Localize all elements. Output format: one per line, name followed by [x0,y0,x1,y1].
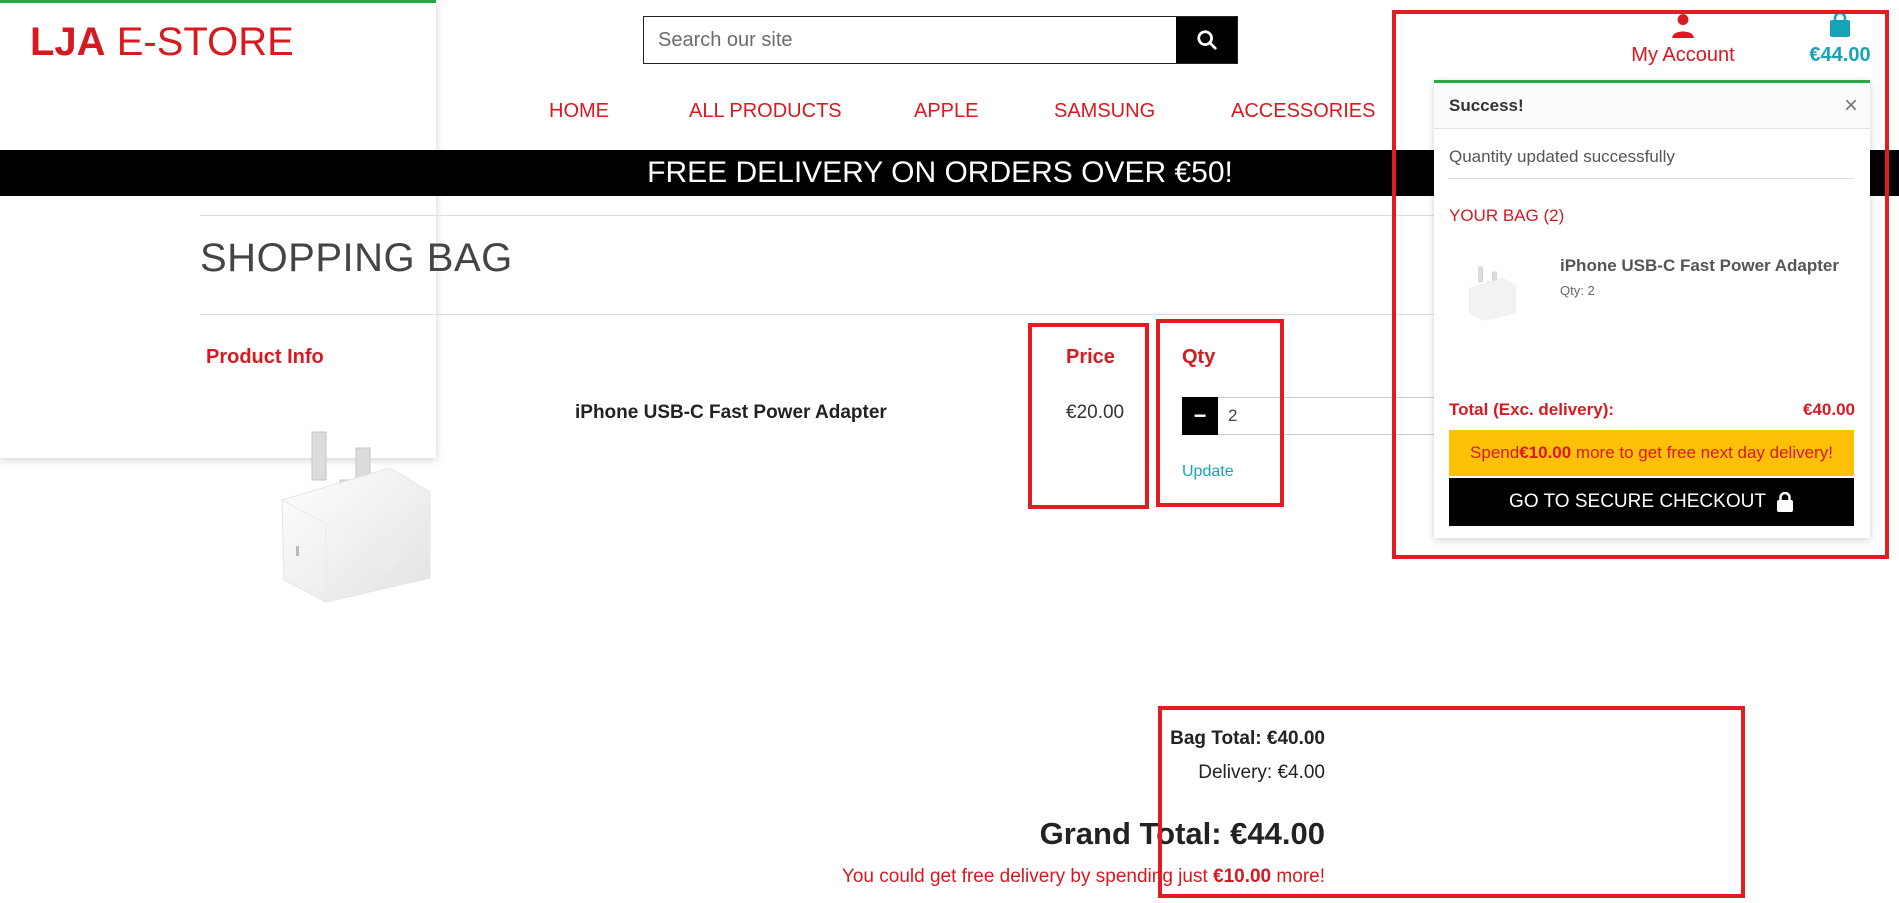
annotation-box-qty [1156,319,1284,507]
nav-item-all-products[interactable]: ALL PRODUCTS [689,100,842,123]
nav-item-home[interactable]: HOME [549,100,609,123]
annotation-box-price [1028,323,1149,509]
product-image[interactable] [270,420,440,610]
logo-bold-text: LJA [30,20,106,64]
search-input[interactable] [644,17,1176,63]
site-logo[interactable]: LJA E-STORE [30,18,294,66]
logo-text: E-STORE [105,20,294,64]
toast-caret [0,0,436,458]
product-name[interactable]: iPhone USB-C Fast Power Adapter [575,402,887,424]
search-button[interactable] [1176,17,1237,63]
search-icon [1196,30,1217,50]
column-header-product-info: Product Info [206,346,324,368]
annotation-box-totals [1158,706,1745,898]
divider [200,215,1440,216]
divider [200,314,1440,315]
nav-item-samsung[interactable]: SAMSUNG [1054,100,1155,123]
annotation-box-toast [1392,10,1889,559]
nav-item-accessories[interactable]: ACCESSORIES [1231,100,1375,123]
nav-item-apple[interactable]: APPLE [914,100,978,123]
page-title: SHOPPING BAG [200,236,513,280]
search-form [643,16,1238,64]
